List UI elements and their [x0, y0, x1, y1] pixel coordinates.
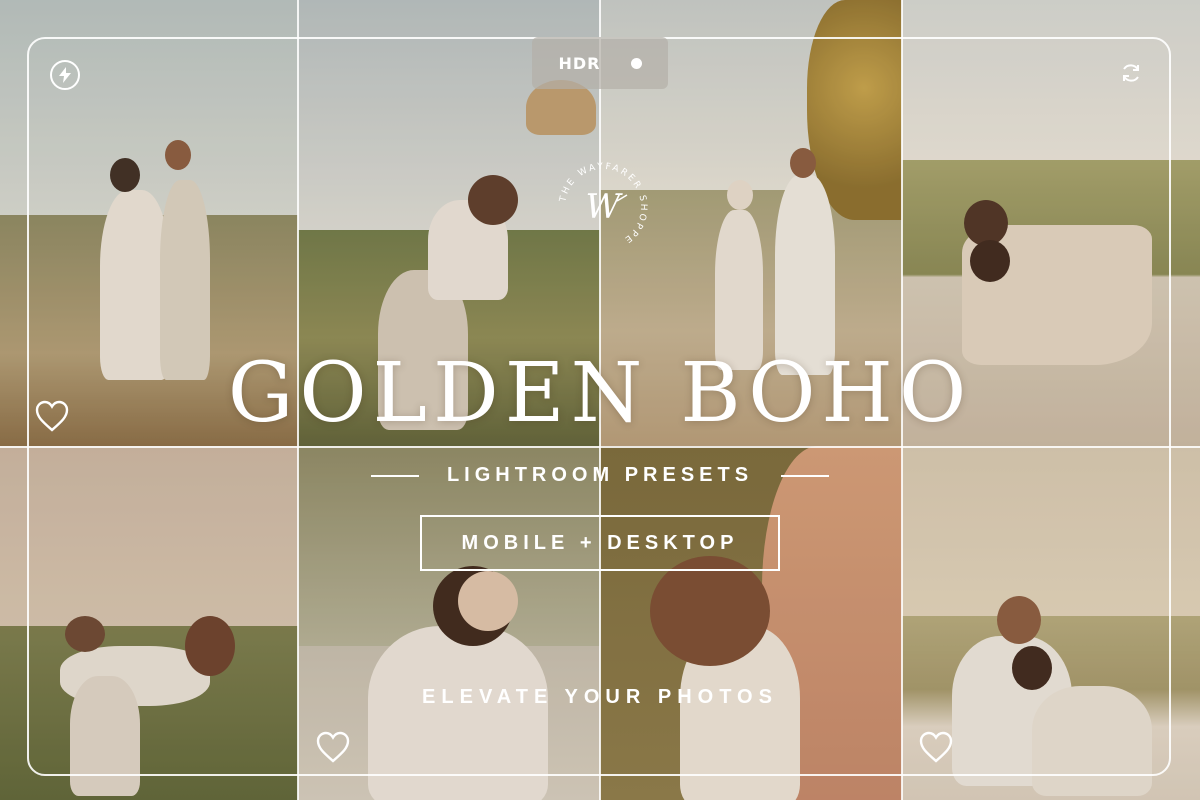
refresh-icon[interactable]	[1118, 60, 1144, 86]
hdr-indicator-dot	[630, 57, 642, 69]
divider-dash	[781, 474, 830, 477]
flash-icon[interactable]	[50, 60, 80, 90]
grid-divider	[0, 446, 1200, 448]
logo-monogram: W	[585, 187, 621, 227]
brand-logo: THE WAYFARER SHOPPE W	[553, 157, 653, 257]
heart-icon[interactable]	[35, 400, 69, 434]
divider-dash	[370, 474, 419, 477]
subtitle-row: LIGHTROOM PRESETS	[0, 464, 1200, 487]
hdr-label: HDR	[558, 53, 601, 73]
heart-icon[interactable]	[919, 731, 953, 765]
platform-label: MOBILE + DESKTOP	[461, 531, 739, 554]
page-title: GOLDEN BOHO	[227, 346, 973, 441]
hdr-badge[interactable]: HDR	[532, 37, 668, 89]
tagline: ELEVATE YOUR PHOTOS	[422, 686, 778, 708]
platform-box: MOBILE + DESKTOP	[420, 515, 780, 571]
heart-icon[interactable]	[316, 731, 350, 765]
subtitle: LIGHTROOM PRESETS	[446, 464, 754, 486]
